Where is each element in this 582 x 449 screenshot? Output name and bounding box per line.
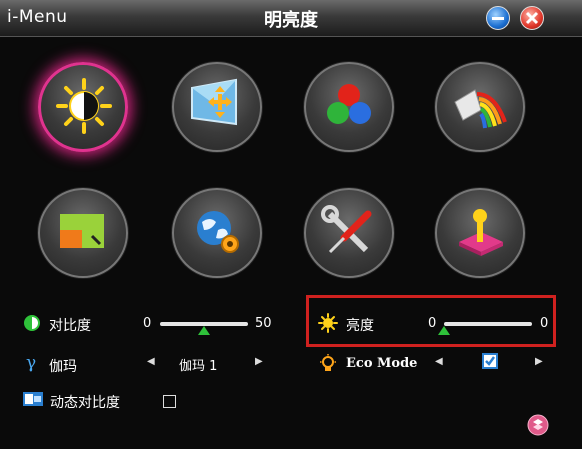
eco-next-arrow[interactable]: ▶	[535, 356, 543, 367]
eco-mode-checkbox[interactable]	[482, 353, 498, 369]
brightness-value: 0	[540, 316, 549, 331]
dcr-label: 动态对比度	[50, 395, 120, 411]
gamma-value: 伽玛 1	[179, 359, 218, 374]
rgb-balls-icon	[327, 84, 371, 124]
brightness-label: 亮度	[346, 318, 374, 334]
picture-boost-button[interactable]	[435, 62, 525, 152]
pip-button[interactable]	[38, 188, 128, 278]
eco-bulb-icon	[320, 354, 336, 371]
rainbow-prism-icon	[454, 89, 507, 129]
title-bar: i-Menu 明亮度	[0, 0, 582, 37]
eco-mode-label: Eco Mode	[346, 356, 418, 371]
picture-in-picture-icon	[60, 214, 104, 248]
contrast-label: 对比度	[49, 318, 91, 334]
screen-move-icon	[191, 78, 237, 126]
wrench-screwdriver-icon	[321, 205, 372, 254]
sun-contrast-icon	[56, 78, 112, 134]
contrast-min: 0	[143, 316, 152, 331]
dcr-icon	[23, 392, 43, 406]
sun-icon	[318, 313, 338, 333]
close-button[interactable]	[520, 6, 544, 30]
dcr-checkbox[interactable]	[163, 395, 176, 408]
contrast-slider-thumb[interactable]	[198, 326, 210, 335]
close-icon	[525, 11, 539, 25]
gamma-prev-arrow[interactable]: ◀	[147, 356, 155, 367]
brightness-slider[interactable]	[444, 322, 532, 326]
info-badge-icon[interactable]	[527, 414, 549, 436]
brightness-slider-thumb[interactable]	[438, 326, 450, 335]
eco-prev-arrow[interactable]: ◀	[435, 356, 443, 367]
setup-button[interactable]	[172, 188, 262, 278]
checkmark-icon	[485, 356, 496, 366]
image-position-button[interactable]	[172, 62, 262, 152]
contrast-icon	[24, 315, 40, 331]
color-button[interactable]	[304, 62, 394, 152]
gamma-next-arrow[interactable]: ▶	[255, 356, 263, 367]
gamma-icon: γ	[26, 354, 36, 372]
svg-text:γ: γ	[26, 354, 36, 372]
brightness-contrast-button[interactable]	[38, 62, 128, 152]
minimize-button[interactable]	[486, 6, 510, 30]
globe-gear-icon	[197, 211, 239, 253]
reset-lever-icon	[459, 209, 503, 256]
extra-button[interactable]	[304, 188, 394, 278]
reset-button[interactable]	[435, 188, 525, 278]
minus-icon	[492, 17, 504, 20]
gamma-label: 伽玛	[49, 359, 77, 375]
brightness-min: 0	[428, 316, 437, 331]
contrast-value: 50	[255, 316, 272, 331]
